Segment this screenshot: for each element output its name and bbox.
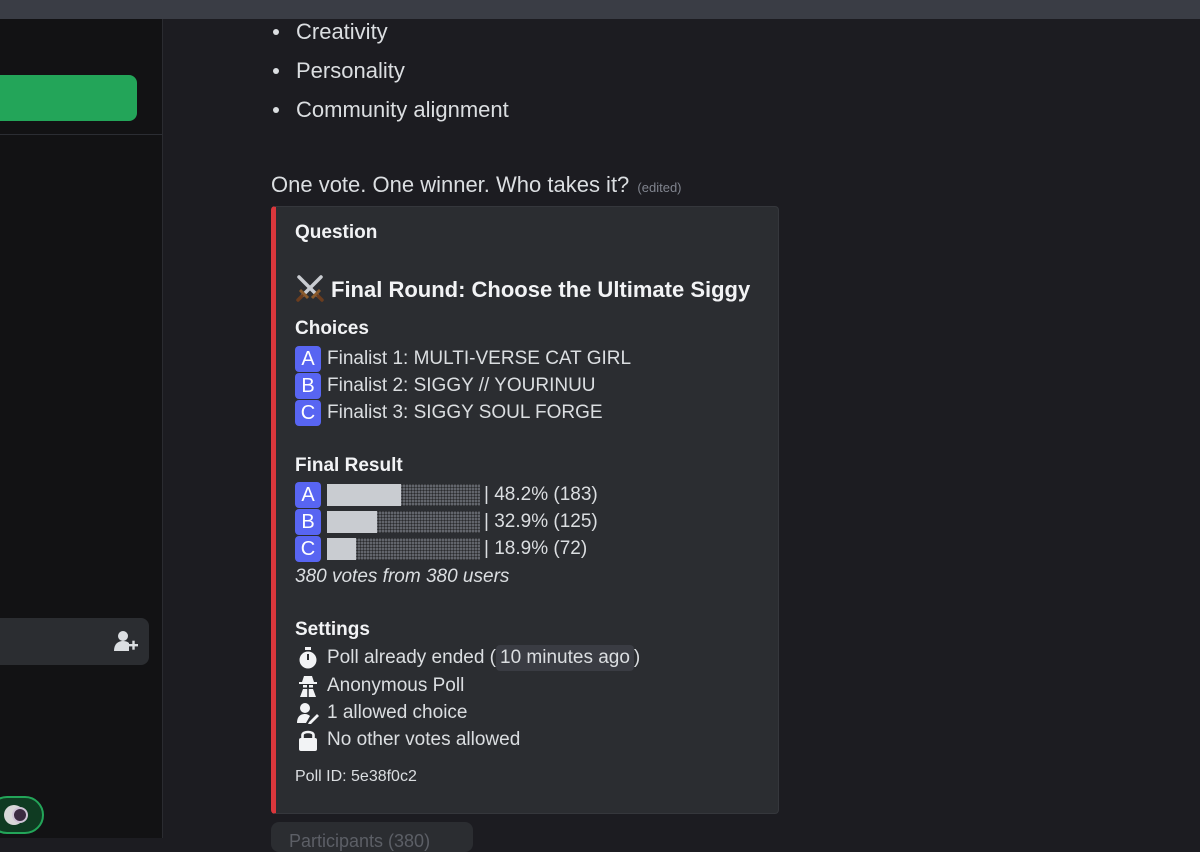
sidebar-divider [0, 134, 162, 135]
choices-header: Choices [295, 318, 369, 339]
settings-header: Settings [295, 619, 370, 640]
ended-suffix: ) [633, 647, 641, 668]
allowed-choice-label: 1 allowed choice [327, 702, 468, 723]
stopwatch-icon [299, 647, 317, 669]
result-bar-fill [327, 511, 378, 533]
setting-allowed: 1 allowed choice [295, 700, 467, 726]
list-item: Personality [273, 58, 509, 97]
add-user-icon[interactable] [113, 629, 139, 653]
result-row: A | 48.2% (183) [295, 482, 598, 508]
anonymous-label: Anonymous Poll [327, 675, 465, 696]
chat-main: Creativity Personality Community alignme… [163, 19, 1200, 852]
list-item: Creativity [273, 19, 509, 58]
choice-letter-badge: A [295, 346, 321, 372]
result-header: Final Result [295, 455, 403, 476]
result-text: | 32.9% (125) [484, 511, 598, 532]
result-text: | 18.9% (72) [484, 538, 588, 559]
choice-letter-badge: C [295, 400, 321, 426]
no-other-votes-label: No other votes allowed [327, 729, 521, 750]
crossed-swords-icon [296, 275, 324, 302]
choice-row: C Finalist 3: SIGGY SOUL FORGE [295, 400, 603, 426]
spy-icon [299, 676, 317, 697]
message-body: One vote. One winner. Who takes it? [271, 172, 630, 197]
top-bar [0, 0, 1200, 19]
lock-icon [299, 730, 317, 751]
setting-anonymous: Anonymous Poll [295, 673, 464, 699]
choice-letter-badge: B [295, 373, 321, 399]
choice-row: A Finalist 1: MULTI-VERSE CAT GIRL [295, 346, 631, 372]
poll-embed: Question Final Round: Choose the Ultimat… [271, 206, 779, 814]
user-edit-icon [297, 703, 319, 724]
message-text: One vote. One winner. Who takes it? (edi… [271, 171, 682, 202]
result-row: B | 32.9% (125) [295, 509, 598, 535]
voice-status-pill[interactable] [0, 796, 44, 834]
poll-title-text: Final Round: Choose the Ultimate Siggy [331, 277, 751, 302]
result-bar [327, 538, 480, 560]
setting-no-other: No other votes allowed [295, 727, 520, 753]
avatar [12, 807, 28, 823]
timestamp-chip[interactable]: 10 minutes ago [496, 645, 634, 671]
add-member-row[interactable] [0, 618, 149, 665]
list-item: Community alignment [273, 97, 509, 136]
choice-row: B Finalist 2: SIGGY // YOURINUU [295, 373, 596, 399]
poll-title: Final Round: Choose the Ultimate Siggy [295, 273, 750, 303]
result-bar-fill [327, 484, 401, 506]
choice-label: Finalist 3: SIGGY SOUL FORGE [327, 402, 603, 423]
green-action-button[interactable] [0, 75, 137, 121]
result-text: | 48.2% (183) [484, 484, 598, 505]
sidebar [0, 19, 163, 838]
ended-prefix: Poll already ended ( [327, 647, 496, 668]
question-header: Question [295, 222, 378, 243]
bullet-list: Creativity Personality Community alignme… [273, 19, 509, 136]
result-letter-badge: C [295, 536, 321, 562]
setting-ended: Poll already ended (10 minutes ago) [295, 645, 640, 671]
result-row: C | 18.9% (72) [295, 536, 587, 562]
edited-label: (edited) [637, 180, 682, 195]
choice-label: Finalist 2: SIGGY // YOURINUU [327, 375, 596, 396]
choice-label: Finalist 1: MULTI-VERSE CAT GIRL [327, 348, 632, 369]
result-letter-badge: B [295, 509, 321, 535]
participants-button[interactable]: Participants (380) [271, 822, 473, 852]
result-bar [327, 484, 480, 506]
result-bar [327, 511, 480, 533]
votes-summary: 380 votes from 380 users [295, 566, 510, 587]
result-letter-badge: A [295, 482, 321, 508]
poll-id: Poll ID: 5e38f0c2 [295, 768, 417, 785]
result-bar-fill [327, 538, 356, 560]
